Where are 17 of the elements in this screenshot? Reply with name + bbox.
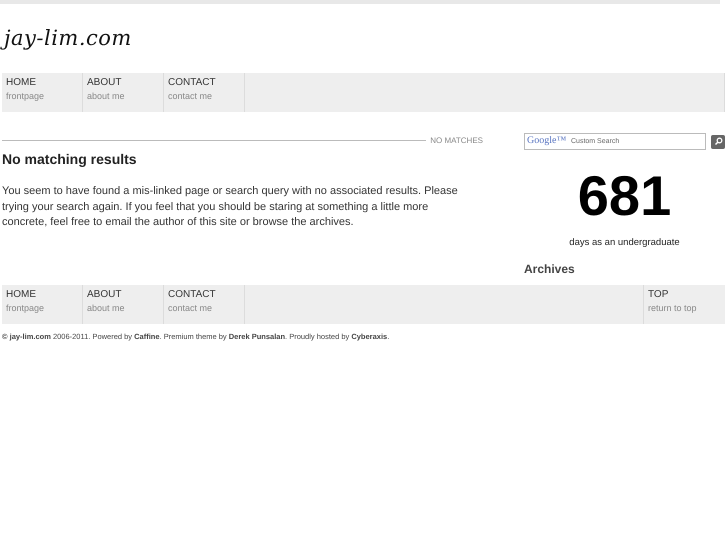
nav-link[interactable]: HOME frontpage: [2, 285, 83, 324]
site-logo[interactable]: jay-lim.com: [0, 4, 727, 73]
day-counter: 681: [578, 166, 672, 226]
counter-caption: days as an undergraduate: [569, 237, 680, 248]
nav-link[interactable]: CONTACT contact me: [164, 285, 245, 324]
search-icon: [714, 137, 722, 146]
message-text: You seem to have found a mis-linked page or search query with no associated results. Please trying your search again. If you feel that you should be staring at something a little more concrete, feel free to email the author of this site or browse the archives.: [2, 184, 459, 230]
nav-link[interactable]: TOP return to top: [644, 285, 725, 324]
nav-link[interactable]: ABOUT about me: [83, 285, 164, 324]
nav-link[interactable]: ABOUT about me: [83, 73, 164, 112]
search-button[interactable]: [711, 134, 725, 148]
page-heading: No matching results: [2, 151, 138, 167]
section-label: NO MATCHES: [430, 136, 483, 144]
nav-link[interactable]: HOME frontpage: [2, 73, 83, 112]
archives-heading: Archives: [524, 262, 576, 276]
nav-link[interactable]: CONTACT contact me: [164, 73, 245, 112]
brand-label: Google™: [527, 135, 566, 147]
